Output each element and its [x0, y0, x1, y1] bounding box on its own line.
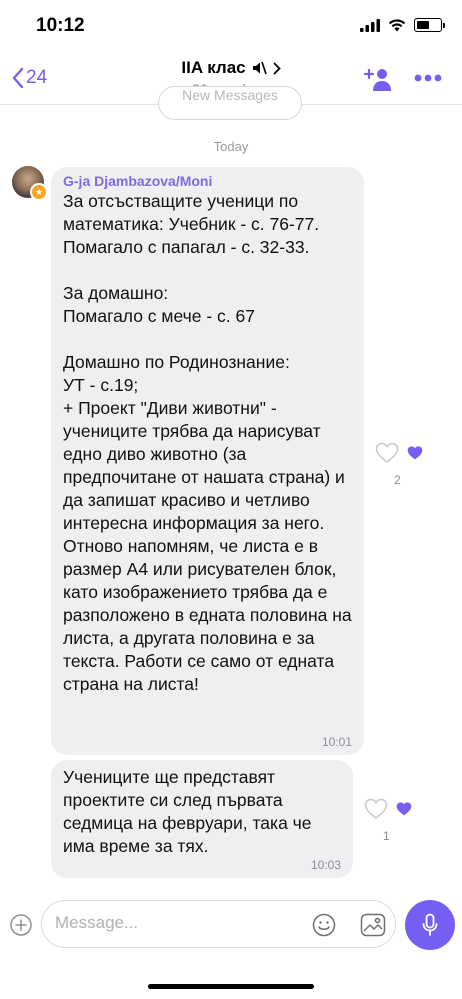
muted-icon — [252, 61, 267, 75]
status-icons — [360, 18, 445, 32]
battery-icon — [414, 18, 445, 32]
date-separator: Today — [213, 139, 249, 154]
chat-title: IIA клас — [181, 58, 246, 77]
add-participant-icon[interactable] — [364, 64, 392, 92]
signal-icon — [360, 18, 380, 32]
message-input-wrapper[interactable] — [41, 900, 396, 948]
more-options-icon[interactable] — [414, 74, 442, 82]
message-text: Учениците ще представят проектите си сле… — [63, 767, 312, 856]
message-input[interactable] — [55, 913, 295, 933]
add-attachment-icon[interactable] — [10, 914, 32, 936]
message-time: 10:01 — [321, 735, 352, 749]
message-bubble[interactable]: G-ja Djambazova/Moni За отсъстващите уче… — [51, 167, 364, 755]
home-indicator — [148, 984, 314, 989]
message-time: 10:03 — [310, 858, 341, 872]
message-reactions — [364, 798, 412, 820]
message-reactions — [375, 442, 423, 464]
voice-message-button[interactable] — [405, 900, 455, 950]
message-sender[interactable]: G-ja Djambazova/Moni — [63, 173, 352, 189]
like-count: 1 — [383, 829, 390, 843]
admin-star-icon: ★ — [30, 183, 48, 201]
like-count: 2 — [394, 473, 401, 487]
status-time: 10:12 — [36, 15, 85, 36]
composer-bar — [0, 890, 462, 960]
status-bar: 10:12 — [0, 0, 462, 52]
emoji-icon[interactable] — [312, 913, 336, 937]
liked-heart-icon[interactable] — [396, 802, 412, 816]
new-messages-pill: New Messages — [158, 86, 302, 120]
sticker-icon[interactable] — [360, 913, 386, 937]
wifi-icon — [388, 18, 406, 31]
message-text: За отсъстващите ученици по математика: У… — [63, 191, 352, 694]
like-heart-outline-icon[interactable] — [364, 798, 388, 820]
message-bubble[interactable]: Учениците ще представят проектите си сле… — [51, 760, 353, 878]
chevron-right-icon — [273, 62, 281, 74]
microphone-icon — [422, 913, 438, 936]
like-heart-outline-icon[interactable] — [375, 442, 399, 464]
avatar[interactable]: ★ — [12, 166, 48, 201]
liked-heart-icon[interactable] — [407, 446, 423, 460]
